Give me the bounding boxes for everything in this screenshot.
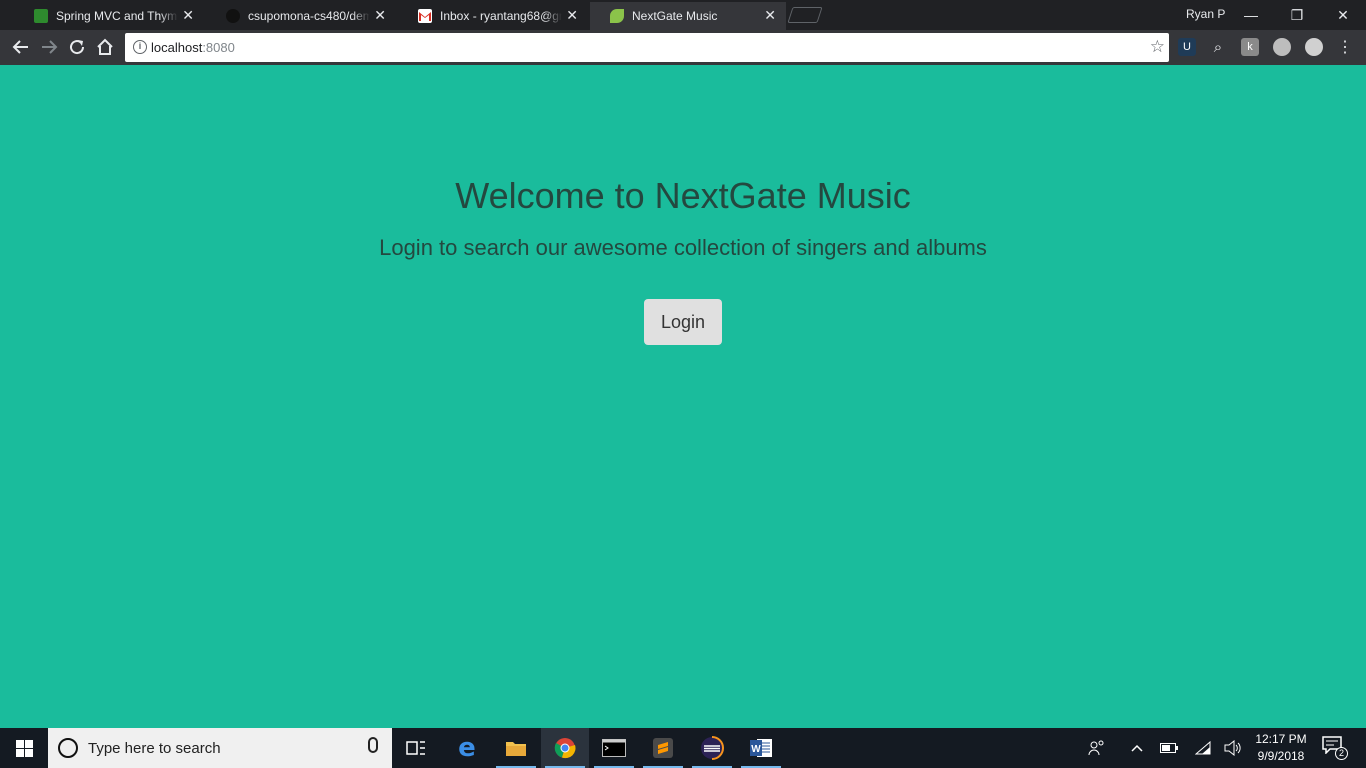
volume-icon[interactable]: [1222, 728, 1244, 768]
task-view-icon[interactable]: [392, 728, 440, 768]
file-explorer-icon[interactable]: [492, 728, 540, 768]
minimize-button[interactable]: —: [1228, 0, 1274, 30]
reload-icon[interactable]: [65, 35, 89, 59]
search-extension-icon[interactable]: ⌕: [1209, 38, 1227, 56]
new-tab-button[interactable]: [787, 7, 823, 23]
tab-spring-mvc[interactable]: Spring MVC and Thymeleaf ✕: [14, 2, 204, 30]
login-button[interactable]: Login: [644, 299, 722, 345]
people-icon[interactable]: [1084, 728, 1110, 768]
address-bar[interactable]: i localhost:8080 ☆: [125, 33, 1169, 62]
wifi-icon[interactable]: [1192, 728, 1214, 768]
extension-icon[interactable]: [1305, 38, 1323, 56]
sublime-text-icon[interactable]: [639, 728, 687, 768]
browser-title-bar: Spring MVC and Thymeleaf ✕ csupomona-cs4…: [0, 0, 1366, 30]
command-prompt-icon[interactable]: [590, 728, 638, 768]
microphone-icon[interactable]: [368, 737, 378, 753]
home-icon[interactable]: [93, 35, 117, 59]
bookmark-star-icon[interactable]: ☆: [1150, 37, 1165, 57]
chrome-icon[interactable]: [541, 728, 589, 768]
forward-arrow-icon[interactable]: [37, 35, 61, 59]
clock-time: 12:17 PM: [1255, 732, 1307, 746]
menu-dots-icon[interactable]: ⋮: [1333, 35, 1357, 59]
url-host: localhost: [151, 40, 203, 55]
page-title: Welcome to NextGate Music: [455, 175, 911, 216]
notification-badge: 2: [1335, 747, 1348, 760]
search-placeholder: Type here to search: [88, 740, 221, 757]
tab-gmail[interactable]: Inbox - ryantang68@gmail.com ✕: [398, 2, 588, 30]
battery-icon[interactable]: [1158, 728, 1180, 768]
close-icon[interactable]: ✕: [374, 7, 386, 24]
edge-icon[interactable]: e: [443, 728, 491, 768]
tab-nextgate-music[interactable]: NextGate Music ✕: [590, 2, 786, 30]
extension-icon[interactable]: U: [1178, 38, 1196, 56]
tab-label: Inbox - ryantang68@gmail.com: [440, 9, 562, 23]
page-content: Welcome to NextGate Music Login to searc…: [0, 65, 1366, 728]
chevron-up-icon[interactable]: [1126, 728, 1148, 768]
clock-date: 9/9/2018: [1257, 749, 1305, 763]
close-icon[interactable]: ✕: [182, 7, 194, 24]
extension-icon[interactable]: k: [1241, 38, 1259, 56]
tab-label: csupomona-cs480/demo: [248, 9, 370, 23]
tab-label: Spring MVC and Thymeleaf: [56, 9, 178, 23]
close-icon[interactable]: ✕: [566, 7, 578, 24]
profile-name[interactable]: Ryan P: [1186, 7, 1225, 21]
windows-taskbar: Type here to search e W 12:17 PM 9/9/201…: [0, 728, 1366, 768]
info-icon[interactable]: i: [133, 40, 147, 54]
svg-text:W: W: [751, 744, 761, 755]
eclipse-icon[interactable]: [688, 728, 736, 768]
restore-button[interactable]: ❐: [1274, 0, 1320, 30]
page-subtitle: Login to search our awesome collection o…: [379, 235, 987, 260]
windows-start-button[interactable]: [0, 728, 48, 768]
cortana-icon: [58, 738, 78, 758]
address-url: localhost:8080: [151, 40, 235, 55]
github-icon: [226, 9, 240, 23]
extension-icon[interactable]: [1273, 38, 1291, 56]
word-icon[interactable]: W: [737, 728, 785, 768]
close-icon[interactable]: ✕: [764, 7, 776, 24]
tab-label: NextGate Music: [632, 9, 718, 23]
back-arrow-icon[interactable]: [9, 35, 33, 59]
spring-leaf-icon: [34, 9, 48, 23]
close-window-button[interactable]: ✕: [1320, 0, 1366, 30]
gmail-icon: [418, 9, 432, 23]
taskbar-clock[interactable]: 12:17 PM 9/9/2018: [1246, 731, 1316, 765]
action-center-icon[interactable]: 2: [1322, 736, 1348, 760]
tab-github[interactable]: csupomona-cs480/demo ✕: [206, 2, 396, 30]
spring-leaf-icon: [610, 9, 624, 23]
url-port: :8080: [202, 40, 235, 55]
taskbar-search-box[interactable]: Type here to search: [48, 728, 392, 768]
windows-logo-icon: [15, 739, 33, 757]
browser-toolbar: i localhost:8080 ☆ U ⌕ k ⋮: [0, 30, 1366, 65]
